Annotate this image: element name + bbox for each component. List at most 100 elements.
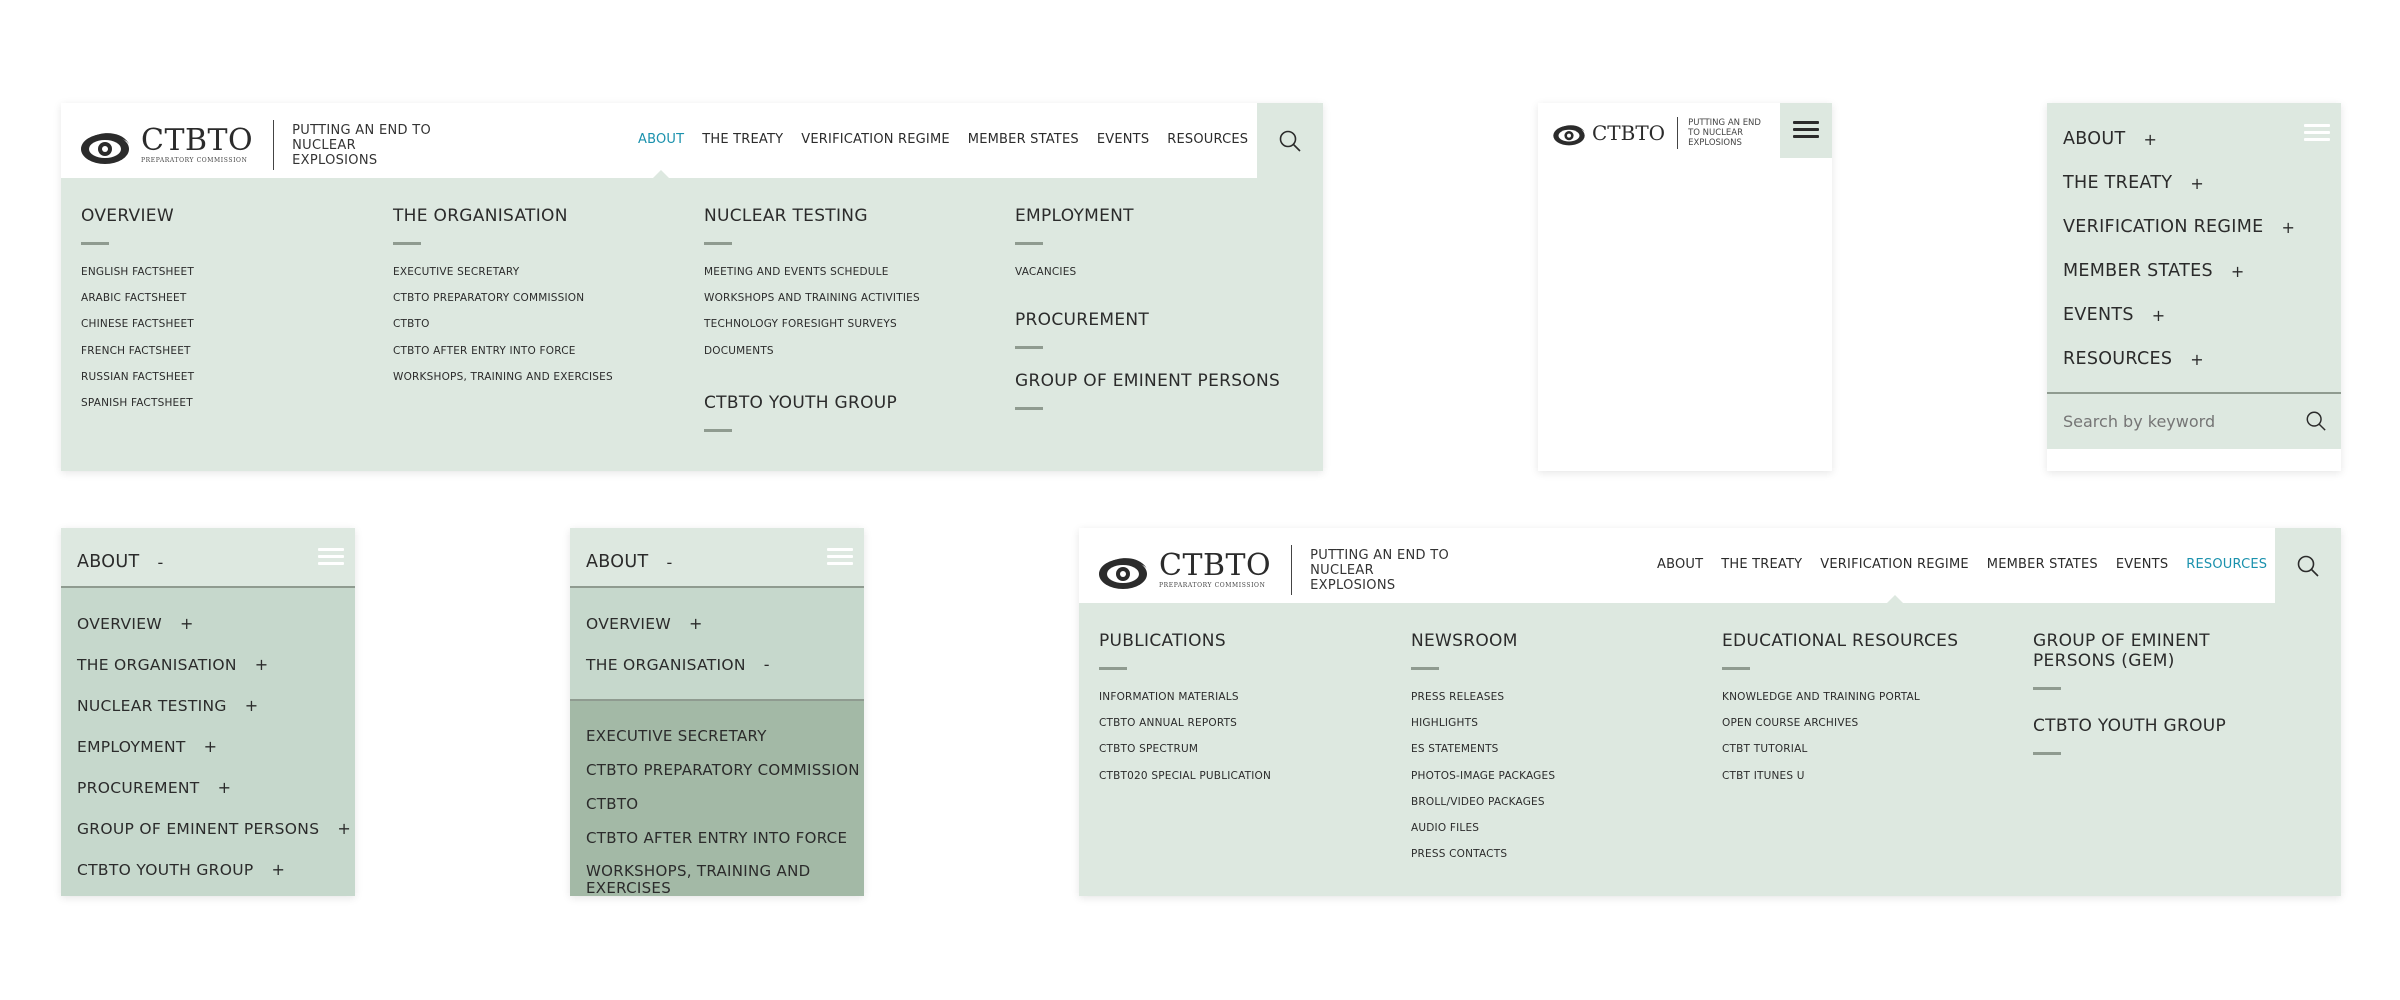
subsubmenu-item[interactable]: CTBTO PREPARATORY COMMISSION: [586, 761, 859, 779]
mega-link[interactable]: WORKSHOPS, TRAINING AND EXERCISES: [393, 364, 613, 390]
subsubmenu-item[interactable]: WORKSHOPS, TRAINING AND EXERCISES: [586, 863, 816, 897]
mobile-logo[interactable]: CTBTO PUTTING AN END TO NUCLEAR EXPLOSIO…: [1552, 117, 1770, 149]
expand-icon: +: [254, 655, 269, 674]
mega-link[interactable]: CTBTO AFTER ENTRY INTO FORCE: [393, 338, 613, 364]
nav-events[interactable]: EVENTS: [1097, 132, 1149, 147]
mega-link[interactable]: VACANCIES: [1015, 259, 1280, 285]
nav-verification-regime[interactable]: VERIFICATION REGIME: [1820, 557, 1969, 572]
mega-link[interactable]: PRESS RELEASES: [1411, 684, 1555, 710]
nav-events[interactable]: EVENTS: [2116, 557, 2168, 572]
mega-heading[interactable]: NEWSROOM: [1411, 631, 1555, 651]
mobile-menu-item-member-states[interactable]: MEMBER STATES +: [2063, 261, 2295, 281]
mega-heading[interactable]: GROUP OF EMINENT PERSONS: [1015, 371, 1280, 391]
mobile-menu-item-about[interactable]: ABOUT +: [2063, 129, 2295, 149]
mega-link[interactable]: CTBTO: [393, 311, 613, 337]
mega-link[interactable]: AUDIO FILES: [1411, 815, 1555, 841]
mega-heading[interactable]: THE ORGANISATION: [393, 206, 613, 226]
mega-link[interactable]: PRESS CONTACTS: [1411, 841, 1555, 867]
subsubmenu-item[interactable]: EXECUTIVE SECRETARY: [586, 727, 852, 745]
nav-the-treaty[interactable]: THE TREATY: [1721, 557, 1802, 572]
mobile-header: CTBTO PUTTING AN END TO NUCLEAR EXPLOSIO…: [1538, 103, 1832, 158]
mega-heading[interactable]: EDUCATIONAL RESOURCES: [1722, 631, 1958, 651]
search-icon: [2297, 555, 2319, 577]
expand-icon: +: [271, 860, 286, 879]
nav-member-states[interactable]: MEMBER STATES: [968, 132, 1079, 147]
mega-link[interactable]: CTBTO PREPARATORY COMMISSION: [393, 285, 613, 311]
search-icon: [1279, 130, 1301, 152]
submenu-header[interactable]: ABOUT -: [570, 528, 864, 588]
mega-link[interactable]: CTBT ITUNES U: [1722, 763, 1958, 789]
submenu-item[interactable]: EMPLOYMENT +: [77, 737, 351, 756]
search-input[interactable]: [2063, 406, 2293, 436]
mega-link[interactable]: ENGLISH FACTSHEET: [81, 259, 194, 285]
mega-heading[interactable]: OVERVIEW: [81, 206, 194, 226]
mega-link[interactable]: KNOWLEDGE AND TRAINING PORTAL: [1722, 684, 1958, 710]
mega-link[interactable]: INFORMATION MATERIALS: [1099, 684, 1271, 710]
submenu-item[interactable]: THE ORGANISATION -: [586, 655, 770, 674]
menu-toggle-button[interactable]: [1780, 103, 1832, 158]
logo-subtitle: PREPARATORY COMMISSION: [1159, 582, 1266, 589]
mega-heading[interactable]: PROCUREMENT: [1015, 310, 1280, 330]
nav-member-states[interactable]: MEMBER STATES: [1987, 557, 2098, 572]
submenu-item[interactable]: THE ORGANISATION +: [77, 655, 351, 674]
expand-icon: +: [2190, 349, 2204, 369]
mega-link[interactable]: CHINESE FACTSHEET: [81, 311, 194, 337]
mega-link[interactable]: SPANISH FACTSHEET: [81, 390, 194, 416]
nav-the-treaty[interactable]: THE TREATY: [702, 132, 783, 147]
nav-about[interactable]: ABOUT: [1657, 557, 1703, 572]
search-icon[interactable]: [2305, 410, 2327, 432]
submenu-item[interactable]: NUCLEAR TESTING +: [77, 696, 351, 715]
search-button[interactable]: [2275, 528, 2341, 603]
mobile-menu-item-resources[interactable]: RESOURCES +: [2063, 349, 2295, 369]
submenu-item[interactable]: PROCUREMENT +: [77, 778, 351, 797]
submenu-item[interactable]: OVERVIEW +: [77, 614, 351, 633]
mega-heading[interactable]: EMPLOYMENT: [1015, 206, 1280, 226]
submenu-title-label: ABOUT: [77, 552, 140, 572]
mega-link[interactable]: WORKSHOPS AND TRAINING ACTIVITIES: [704, 285, 920, 311]
search-button[interactable]: [1257, 103, 1323, 178]
ctbto-logo[interactable]: CTBTO PREPARATORY COMMISSION PUTTING AN …: [79, 120, 432, 170]
mega-link[interactable]: EXECUTIVE SECRETARY: [393, 259, 613, 285]
submenu-item[interactable]: CTBTO YOUTH GROUP +: [77, 860, 351, 879]
submenu-header[interactable]: ABOUT -: [61, 528, 355, 588]
hamburger-icon[interactable]: [318, 548, 344, 569]
nav-resources[interactable]: RESOURCES: [1167, 132, 1248, 147]
mobile-menu-item-verification-regime[interactable]: VERIFICATION REGIME +: [2063, 217, 2295, 237]
mega-link[interactable]: MEETING AND EVENTS SCHEDULE: [704, 259, 920, 285]
expand-icon: +: [2143, 129, 2158, 149]
mega-link[interactable]: CTBT TUTORIAL: [1722, 736, 1958, 762]
mega-heading[interactable]: NUCLEAR TESTING: [704, 206, 920, 226]
subsubmenu-item[interactable]: CTBTO AFTER ENTRY INTO FORCE: [586, 829, 852, 847]
mega-link[interactable]: HIGHLIGHTS: [1411, 710, 1555, 736]
nav-verification-regime[interactable]: VERIFICATION REGIME: [801, 132, 950, 147]
mega-link[interactable]: ARABIC FACTSHEET: [81, 285, 194, 311]
heading-underline: [393, 242, 421, 245]
mega-link[interactable]: DOCUMENTS: [704, 338, 920, 364]
submenu-item[interactable]: GROUP OF EMINENT PERSONS +: [77, 819, 351, 838]
nav-resources[interactable]: RESOURCES: [2186, 557, 2267, 572]
mega-heading[interactable]: GROUP OF EMINENT PERSONS (GEM): [2033, 631, 2293, 671]
mega-heading[interactable]: PUBLICATIONS: [1099, 631, 1271, 651]
mega-link[interactable]: BROLL/VIDEO PACKAGES: [1411, 789, 1555, 815]
mega-link[interactable]: CTBT020 SPECIAL PUBLICATION: [1099, 763, 1271, 789]
mega-link[interactable]: RUSSIAN FACTSHEET: [81, 364, 194, 390]
mobile-about-panel: ABOUT - OVERVIEW + THE ORGANISATION + NUCLE…: [61, 528, 355, 896]
submenu-item-label: OVERVIEW: [77, 614, 162, 633]
mega-link[interactable]: CTBTO ANNUAL REPORTS: [1099, 710, 1271, 736]
mega-link[interactable]: FRENCH FACTSHEET: [81, 338, 194, 364]
mobile-menu-item-the-treaty[interactable]: THE TREATY +: [2063, 173, 2295, 193]
mega-link[interactable]: OPEN COURSE ARCHIVES: [1722, 710, 1958, 736]
ctbto-logo[interactable]: CTBTO PREPARATORY COMMISSION PUTTING AN …: [1097, 545, 1450, 595]
mega-link[interactable]: ES STATEMENTS: [1411, 736, 1555, 762]
mega-link[interactable]: TECHNOLOGY FORESIGHT SURVEYS: [704, 311, 920, 337]
hamburger-icon[interactable]: [2304, 124, 2330, 145]
subsubmenu-item[interactable]: CTBTO: [586, 795, 852, 813]
mega-heading[interactable]: CTBTO YOUTH GROUP: [2033, 716, 2293, 736]
hamburger-icon[interactable]: [827, 548, 853, 569]
submenu-item[interactable]: OVERVIEW +: [586, 614, 770, 633]
mobile-menu-item-events[interactable]: EVENTS +: [2063, 305, 2295, 325]
mega-link[interactable]: PHOTOS-IMAGE PACKAGES: [1411, 763, 1555, 789]
nav-about[interactable]: ABOUT: [638, 132, 684, 147]
mega-link[interactable]: CTBTO SPECTRUM: [1099, 736, 1271, 762]
mega-heading[interactable]: CTBTO YOUTH GROUP: [704, 393, 920, 413]
